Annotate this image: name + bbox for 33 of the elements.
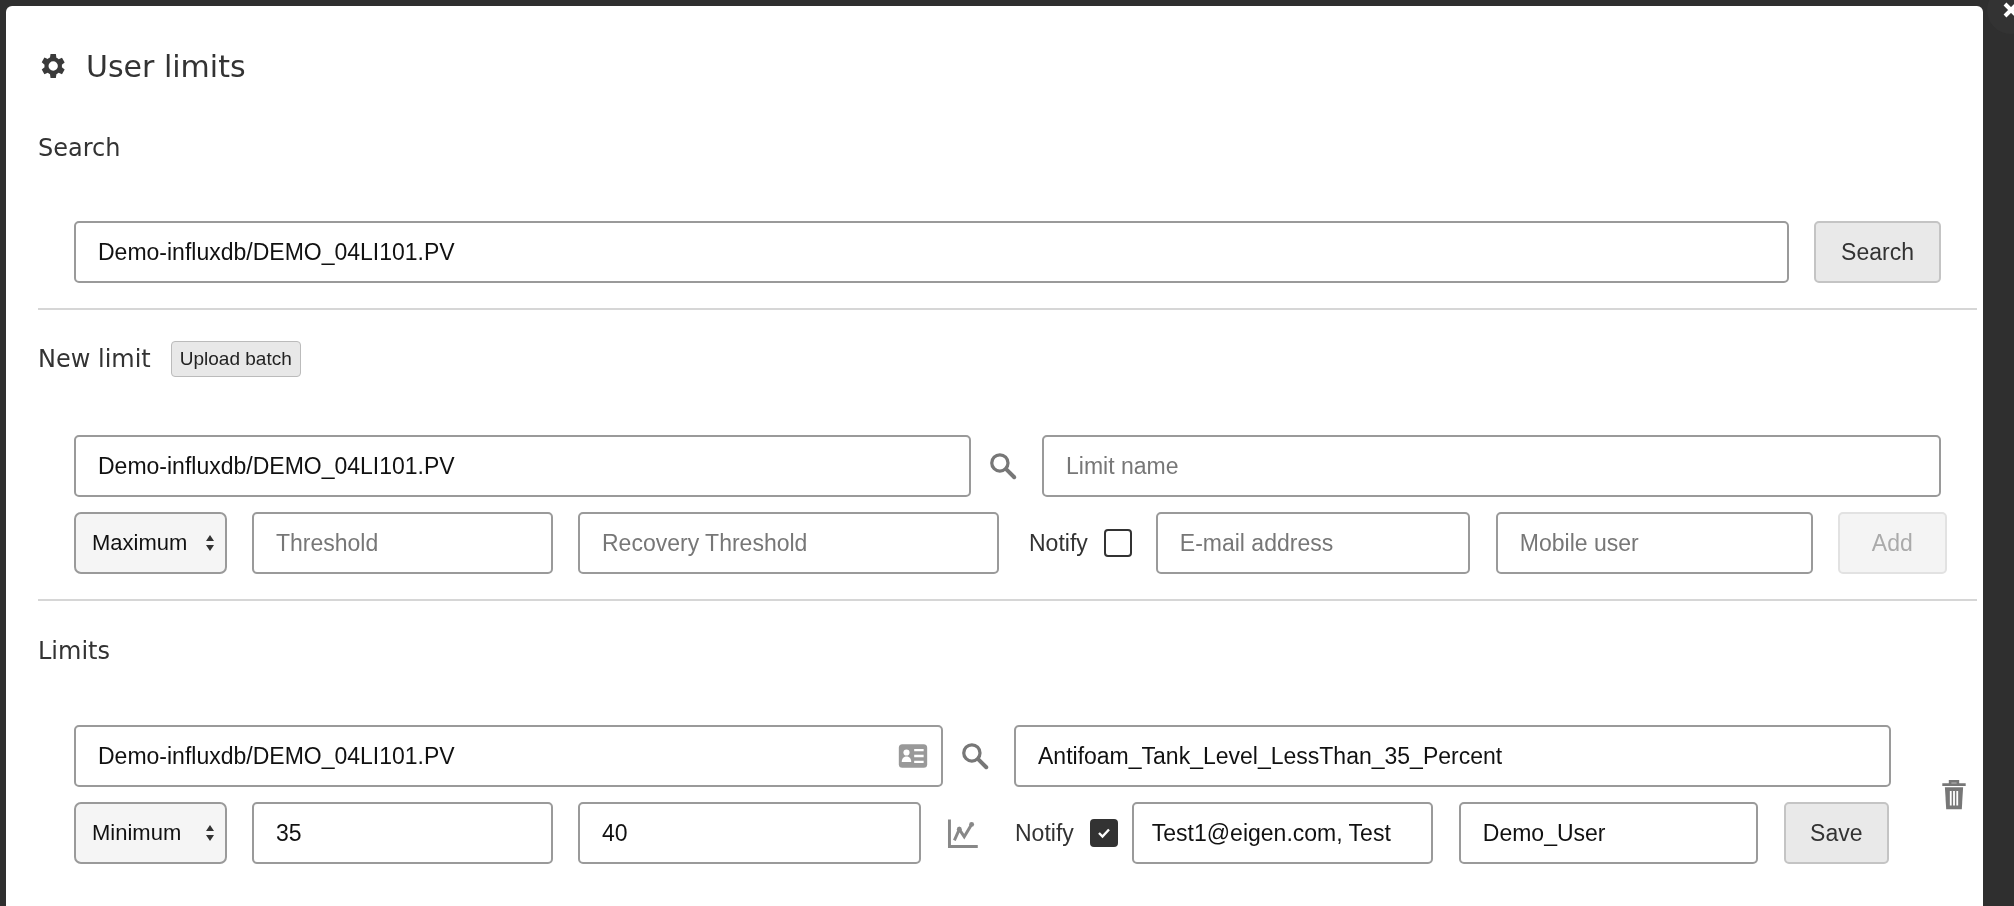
notify-label: Notify: [1015, 819, 1074, 847]
caret-icon: [205, 824, 215, 842]
notify-label: Notify: [1029, 529, 1088, 557]
recovery-threshold-field[interactable]: 40: [578, 802, 921, 864]
email-field[interactable]: E-mail address: [1155, 512, 1470, 574]
search-button[interactable]: Search: [1814, 221, 1941, 283]
tag-search-field[interactable]: Demo-influxdb/DEMO_04LI101.PV: [74, 221, 1789, 283]
limit-type-select[interactable]: Minimum: [74, 802, 227, 864]
threshold-field[interactable]: Threshold: [252, 512, 553, 574]
limit-name-field[interactable]: Antifoam_Tank_Level_LessThan_35_Percent: [1014, 725, 1891, 787]
limit-name-field[interactable]: Limit name: [1042, 435, 1941, 497]
mobile-user-field[interactable]: Mobile user: [1495, 512, 1813, 574]
tag-field[interactable]: Demo-influxdb/DEMO_04LI101.PV: [74, 725, 943, 787]
delete-icon[interactable]: [1941, 778, 1967, 811]
section-heading: Limits: [38, 636, 111, 667]
save-button[interactable]: Save: [1783, 802, 1889, 864]
search-icon[interactable]: [988, 451, 1018, 481]
limit-type-select[interactable]: Maximum: [74, 512, 227, 574]
tag-field[interactable]: Demo-influxdb/DEMO_04LI101.PV: [74, 435, 971, 497]
section-heading: Search: [38, 133, 122, 164]
notify-checkbox[interactable]: [1089, 819, 1118, 847]
line-chart-icon[interactable]: [947, 817, 979, 849]
id-card-icon[interactable]: [897, 743, 929, 769]
notify-checkbox[interactable]: [1103, 529, 1132, 557]
email-field[interactable]: Test1@eigen.com, Test: [1131, 802, 1433, 864]
dialog-title: User limits: [86, 48, 246, 84]
upload-batch-button[interactable]: Upload batch: [170, 341, 301, 377]
search-icon[interactable]: [960, 741, 990, 771]
section-heading: New limit: [38, 344, 151, 375]
caret-icon: [205, 534, 215, 552]
mobile-user-field[interactable]: Demo_User: [1458, 802, 1758, 864]
recovery-threshold-field[interactable]: Recovery Threshold: [578, 512, 999, 574]
threshold-field[interactable]: 35: [252, 802, 553, 864]
